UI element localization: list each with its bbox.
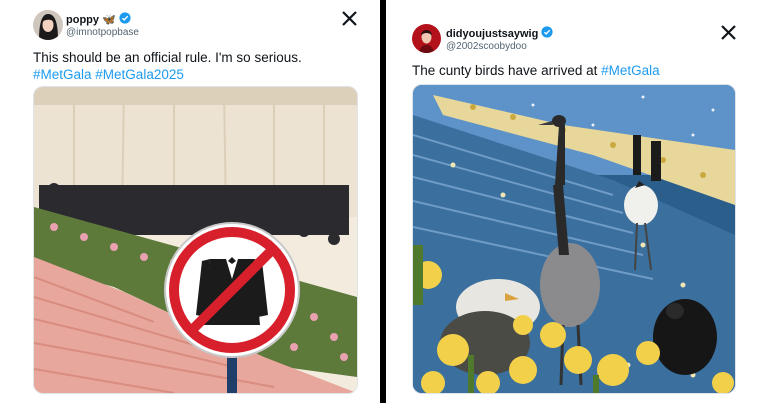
author-name[interactable]: didyoujustsaywig (446, 26, 553, 41)
verified-badge-icon (541, 26, 553, 41)
author-name[interactable]: poppy 🦋 (66, 12, 131, 27)
tweet-card-left: poppy 🦋 @imnotpopbase This should be an … (0, 0, 380, 403)
author-handle[interactable]: @imnotpopbase (66, 27, 139, 38)
avatar[interactable] (412, 24, 441, 53)
hashtag-link[interactable]: #MetGala2025 (95, 67, 184, 82)
hashtag-link[interactable]: #MetGala (33, 67, 92, 82)
tweet-text: The cunty birds have arrived at #MetGala (412, 62, 742, 79)
hashtag-link[interactable]: #MetGala (601, 63, 660, 78)
tweet-image[interactable] (33, 86, 358, 394)
tweet-image[interactable] (412, 84, 736, 394)
x-logo-icon[interactable] (342, 11, 357, 26)
author-handle[interactable]: @2002scoobydoo (446, 41, 527, 52)
tweet-body: The cunty birds have arrived at (412, 63, 598, 78)
tweet-card-right: didyoujustsaywig @2002scoobydoo The cunt… (386, 0, 768, 403)
verified-badge-icon (119, 12, 131, 27)
x-logo-icon[interactable] (721, 25, 736, 40)
author-name-text: poppy (66, 13, 99, 26)
author-name-text: didyoujustsaywig (446, 27, 539, 40)
tweet-body: This should be an official rule. I'm so … (33, 50, 302, 65)
butterfly-emoji: 🦋 (102, 14, 116, 26)
avatar[interactable] (33, 10, 63, 40)
tweet-text: This should be an official rule. I'm so … (33, 49, 363, 83)
